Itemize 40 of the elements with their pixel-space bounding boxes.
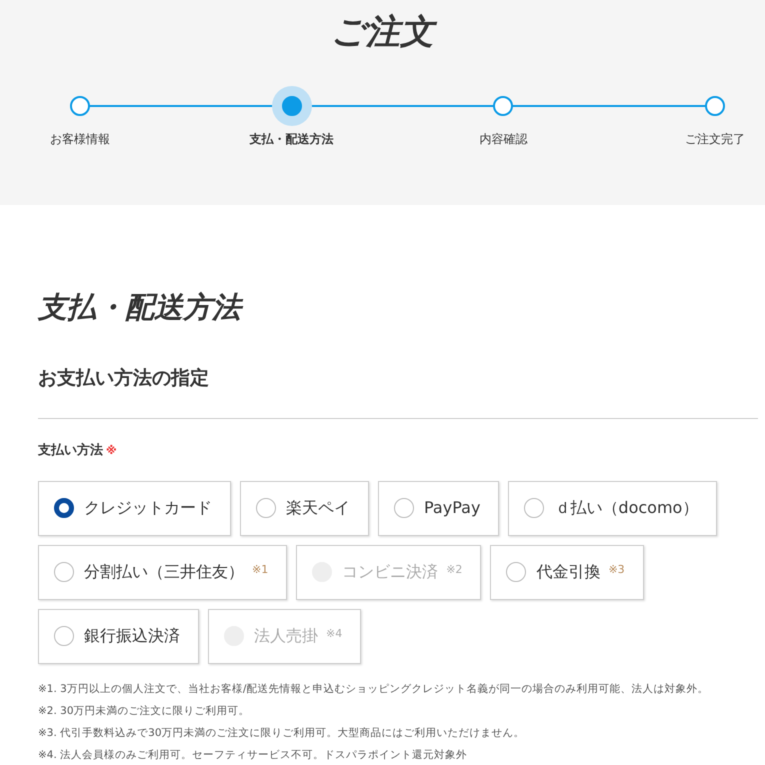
step-label: お客様情報 — [50, 131, 110, 148]
footnote-mark: ※3 — [608, 562, 625, 578]
page-title: ご注文 — [0, 10, 765, 54]
radio-button[interactable] — [256, 498, 276, 518]
radio-button[interactable] — [524, 498, 544, 518]
payment-option[interactable]: 銀行振込決済 — [38, 608, 199, 664]
radio-button[interactable] — [54, 498, 74, 518]
step-label: ご注文完了 — [685, 131, 745, 148]
option-label: PayPay — [424, 497, 480, 519]
payment-option[interactable]: 分割払い（三井住友） ※1 — [38, 544, 288, 600]
option-label: 銀行振込決済 — [84, 625, 180, 647]
footnote: ※4. 法人会員様のみご利用可。セーフティサービス不可。ドスパラポイント還元対象外 — [38, 748, 468, 762]
footnote: ※3. 代引手数料込みで30万円未満のご注文に限りご利用可。大型商品にはご利用いただけません。 — [38, 726, 526, 740]
radio-button[interactable] — [394, 498, 414, 518]
option-label: 楽天ペイ — [286, 497, 350, 519]
payment-option[interactable]: ｄ払い（docomo） — [508, 480, 718, 536]
footnote-mark: ※4 — [326, 626, 342, 642]
subsection-title: お支払い方法の指定 — [38, 366, 210, 391]
payment-option[interactable]: 代金引換 ※3 — [490, 544, 644, 600]
option-label: 法人売掛 — [254, 625, 318, 647]
option-label: 代金引換 — [536, 561, 600, 583]
payment-option[interactable]: PayPay — [378, 480, 500, 536]
payment-option[interactable]: 楽天ペイ — [240, 480, 369, 536]
field-label: 支払い方法 — [38, 443, 103, 458]
option-label: 分割払い（三井住友） — [84, 561, 244, 583]
option-label: ｄ払い（docomo） — [554, 497, 698, 519]
footnote: ※1. 3万円以上の個人注文で、当社お客様/配送先情報と申込むショッピングクレジット名義が同一の場合のみ利用可能、法人は対象外。 — [38, 682, 710, 696]
radio-button[interactable] — [506, 562, 526, 582]
footnote: ※2. 30万円未満のご注文に限りご利用可。 — [38, 704, 251, 718]
radio-button[interactable] — [54, 562, 74, 582]
radio-button[interactable] — [54, 626, 74, 646]
step-label: 内容確認 — [479, 131, 528, 148]
section-title: 支払・配送方法 — [38, 285, 758, 329]
option-label: クレジットカード — [84, 497, 212, 519]
footnote-mark: ※1 — [252, 562, 268, 578]
payment-option[interactable]: クレジットカード — [38, 480, 231, 536]
step-label: 支払・配送方法 — [250, 131, 334, 148]
option-label: コンビニ決済 — [342, 561, 438, 583]
footnote-mark: ※2 — [446, 562, 462, 578]
required-mark: ※ — [106, 444, 117, 457]
